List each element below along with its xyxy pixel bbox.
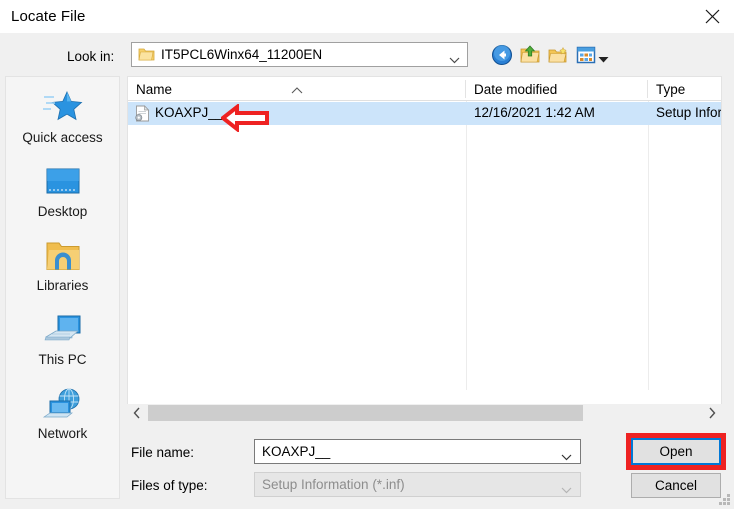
files-of-type-value: Setup Information (*.inf) — [262, 477, 405, 492]
column-header-label: Type — [656, 81, 686, 97]
file-date-cell: 12/16/2021 1:42 AM — [474, 105, 595, 120]
look-in-combobox[interactable]: IT5PCL6Winx64_11200EN — [131, 42, 468, 67]
files-of-type-label: Files of type: — [131, 478, 208, 493]
column-header-date-modified[interactable]: Date modified — [466, 77, 648, 101]
scrollbar-thumb[interactable] — [148, 405, 583, 421]
sidebar-item-network[interactable]: Network — [6, 379, 119, 453]
sidebar-item-libraries[interactable]: Libraries — [6, 231, 119, 305]
places-sidebar: Quick access Desktop Libraries This PC N… — [5, 76, 120, 499]
column-header-row: Name Date modified Type — [128, 77, 721, 101]
table-row[interactable]: KOAXPJ__ 12/16/2021 1:42 AM Setup Infor — [128, 102, 721, 125]
sidebar-item-this-pc[interactable]: This PC — [6, 305, 119, 379]
file-list: Name Date modified Type KOAXPJ__ 12/16/2… — [127, 76, 722, 413]
sidebar-item-quick-access[interactable]: Quick access — [6, 83, 119, 157]
resize-grip[interactable] — [719, 494, 731, 506]
chevron-down-icon — [561, 481, 572, 499]
file-name-label: File name: — [131, 445, 195, 460]
new-folder-icon[interactable] — [547, 44, 569, 66]
look-in-label: Look in: — [67, 49, 115, 64]
chevron-down-icon[interactable] — [598, 50, 609, 68]
file-name-cell: KOAXPJ__ — [155, 105, 224, 120]
sidebar-item-label: Desktop — [37, 204, 88, 219]
back-arrow-icon[interactable] — [491, 44, 513, 66]
chevron-down-icon[interactable] — [561, 448, 572, 466]
locate-file-dialog: Locate File Look in: IT5PCL6Winx64_11200… — [0, 0, 734, 509]
column-header-label: Date modified — [474, 81, 558, 97]
horizontal-scrollbar[interactable] — [127, 404, 722, 422]
folder-icon — [138, 47, 155, 62]
chevron-left-icon[interactable] — [127, 404, 147, 422]
setup-information-file-icon — [134, 105, 151, 122]
column-header-label: Name — [136, 81, 173, 97]
monitor-icon — [6, 161, 119, 203]
file-name-input[interactable]: KOAXPJ__ — [254, 439, 581, 464]
sidebar-item-desktop[interactable]: Desktop — [6, 157, 119, 231]
chevron-right-icon[interactable] — [702, 404, 722, 422]
star-icon — [6, 87, 119, 129]
file-name-value: KOAXPJ__ — [262, 444, 331, 459]
sidebar-item-label: Network — [37, 426, 88, 441]
chevron-down-icon[interactable] — [449, 51, 460, 69]
grid-divider — [466, 101, 467, 390]
sidebar-item-label: Quick access — [22, 130, 103, 145]
cancel-button[interactable]: Cancel — [631, 473, 721, 498]
network-globe-icon — [6, 383, 119, 425]
look-in-value: IT5PCL6Winx64_11200EN — [161, 47, 323, 62]
sidebar-item-label: Libraries — [36, 278, 89, 293]
grid-divider — [648, 101, 649, 390]
views-icon[interactable] — [575, 44, 597, 66]
libraries-folder-icon — [6, 235, 119, 277]
close-icon[interactable] — [690, 0, 734, 33]
computer-icon — [6, 309, 119, 351]
page-title: Locate File — [11, 8, 86, 25]
file-type-cell: Setup Infor — [656, 105, 722, 120]
sort-ascending-icon — [291, 81, 303, 99]
files-of-type-combobox: Setup Information (*.inf) — [254, 472, 581, 497]
column-header-type[interactable]: Type — [648, 77, 721, 101]
sidebar-item-label: This PC — [38, 352, 87, 367]
open-button[interactable]: Open — [631, 438, 721, 465]
up-folder-icon[interactable] — [519, 44, 541, 66]
title-bar: Locate File — [0, 0, 734, 33]
